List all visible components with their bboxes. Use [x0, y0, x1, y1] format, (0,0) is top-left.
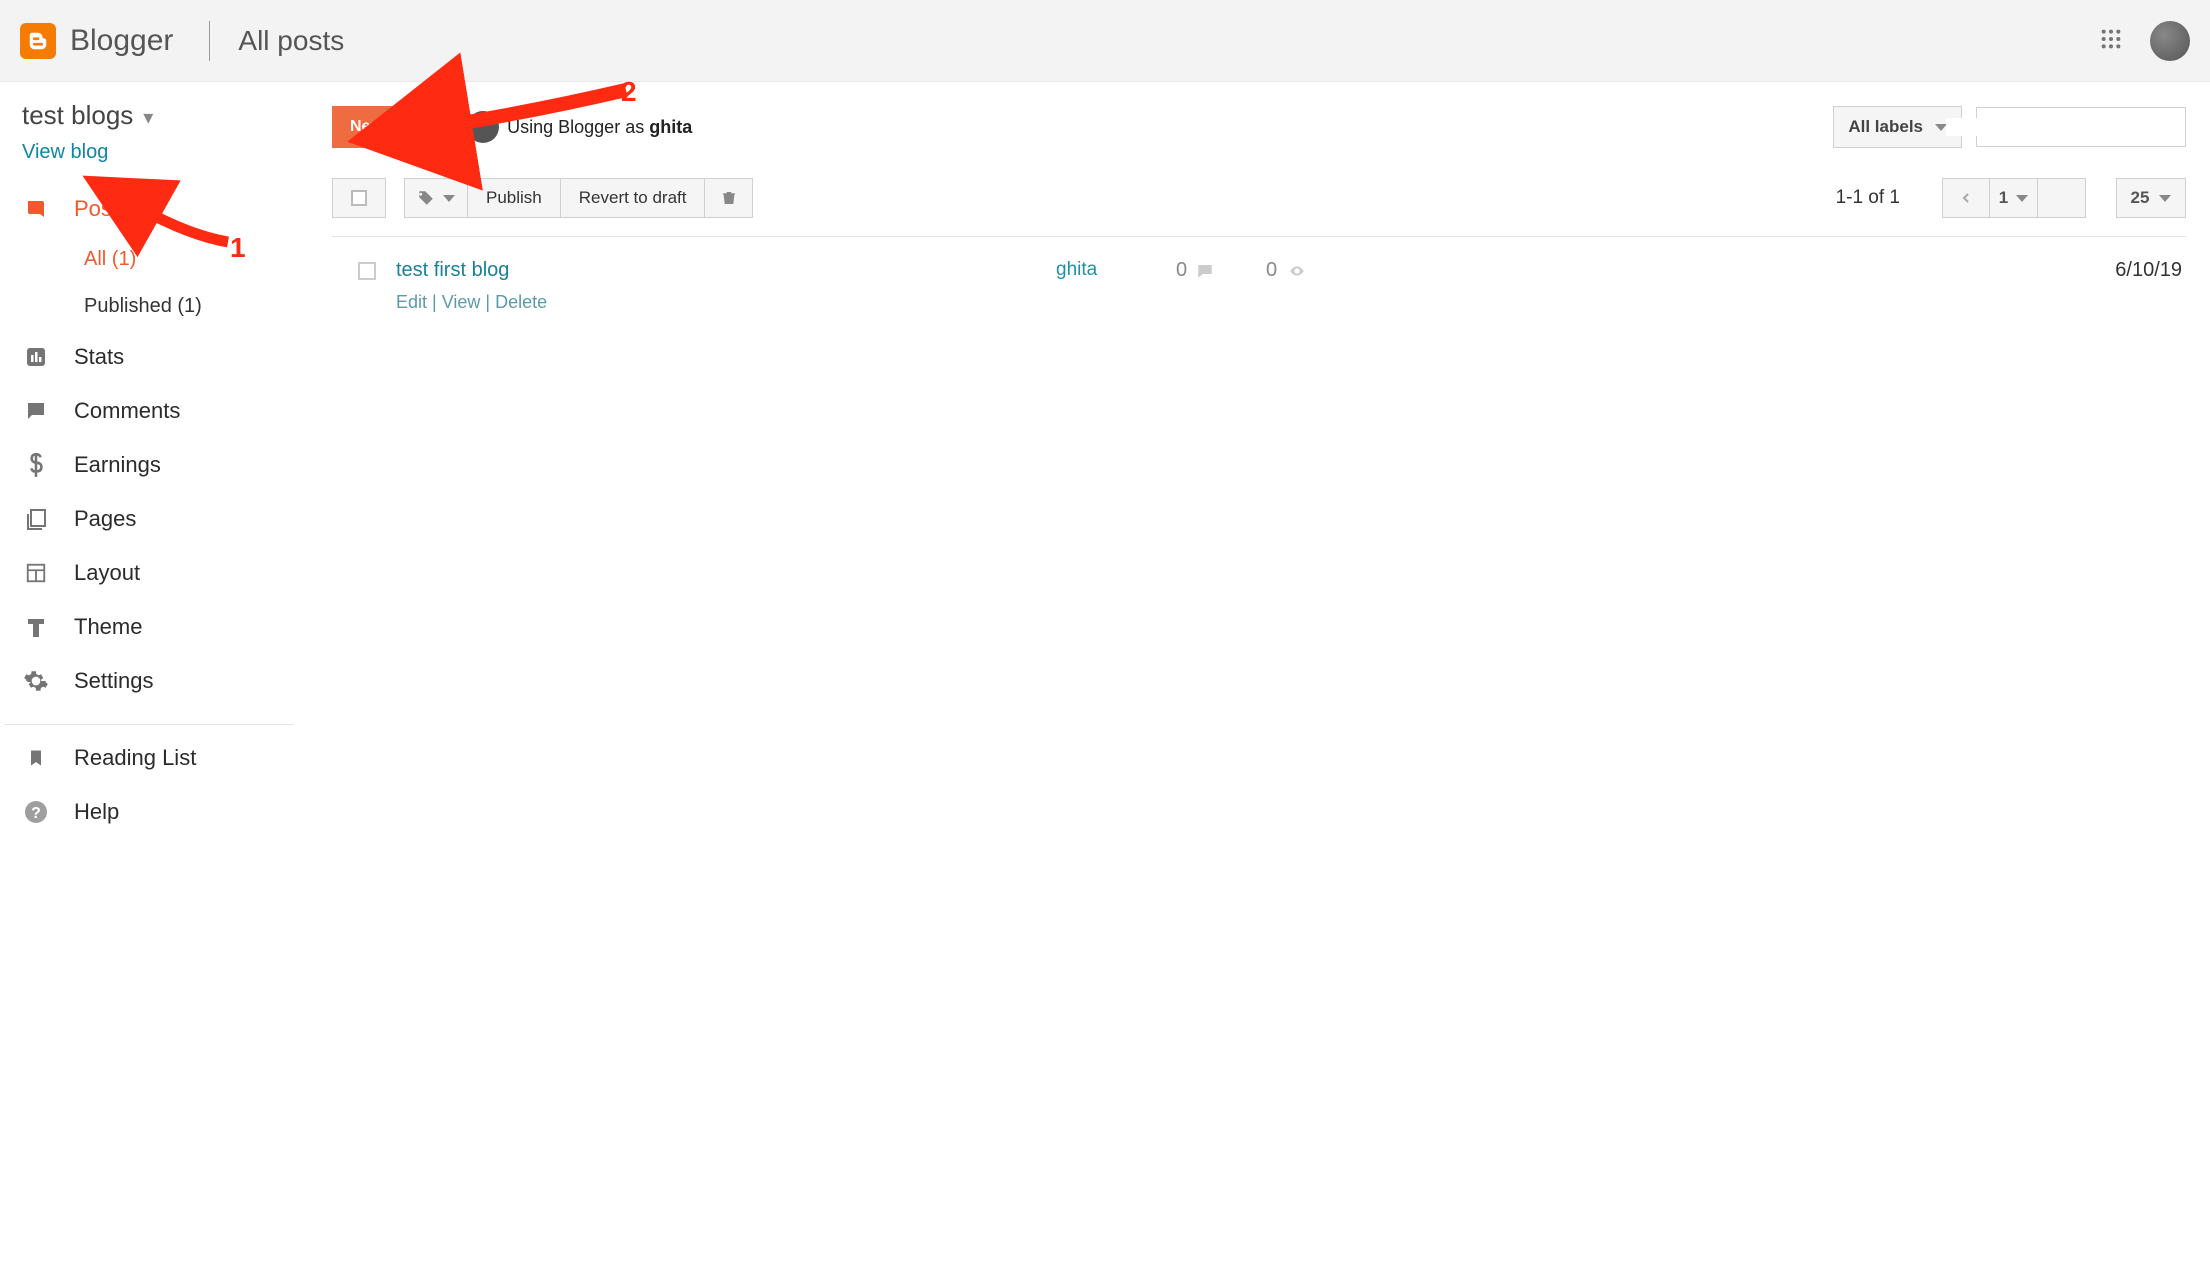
account-avatar[interactable] [2150, 21, 2190, 61]
nav-pages[interactable]: Pages [0, 492, 316, 546]
nav-help[interactable]: ? Help [0, 785, 316, 839]
nav-stats[interactable]: Stats [0, 330, 316, 384]
results-range: 1-1 of 1 [1836, 187, 1900, 209]
post-delete-link[interactable]: Delete [495, 292, 547, 312]
all-labels-dropdown[interactable]: All labels [1833, 106, 1962, 148]
app-bar: Blogger All posts [0, 0, 2210, 82]
help-icon: ? [22, 799, 50, 825]
post-comments-count: 0 [1176, 259, 1266, 282]
page-size-dropdown[interactable]: 25 [2116, 178, 2186, 218]
page-number-dropdown[interactable]: 1 [1990, 178, 2038, 218]
tag-icon [417, 189, 435, 207]
new-post-button[interactable]: New post [332, 106, 439, 148]
posts-icon [22, 196, 50, 222]
user-avatar-small [467, 111, 499, 143]
revert-to-draft-button[interactable]: Revert to draft [561, 178, 706, 218]
pages-icon [22, 506, 50, 532]
header-divider [209, 21, 210, 61]
delete-button[interactable] [705, 178, 753, 218]
nav-label: Reading List [74, 745, 196, 771]
nav-label: Layout [74, 560, 140, 586]
blog-selector[interactable]: test blogs ▾ [0, 100, 316, 137]
nav-posts[interactable]: Posts [0, 182, 316, 236]
eye-icon [1285, 263, 1309, 279]
annotation-badge-1 [225, 236, 247, 258]
caret-down-icon: ▾ [143, 105, 153, 130]
nav-earnings[interactable]: Earnings [0, 438, 316, 492]
nav-label: Pages [74, 506, 136, 532]
page-next-button[interactable] [2038, 178, 2086, 218]
nav-settings[interactable]: Settings [0, 654, 316, 708]
sidebar: test blogs ▾ View blog Posts All (1) Pub… [0, 82, 316, 839]
nav-label: Theme [74, 614, 142, 640]
nav-comments[interactable]: Comments [0, 384, 316, 438]
chevron-left-icon [1960, 190, 1972, 206]
blogger-logo-icon [20, 23, 56, 59]
earnings-icon [22, 452, 50, 478]
labels-button[interactable] [404, 178, 468, 218]
post-date: 6/10/19 [2092, 259, 2182, 282]
caret-down-icon [2016, 195, 2028, 202]
search-box[interactable] [1976, 107, 2186, 147]
select-all-checkbox[interactable] [332, 178, 386, 218]
trash-icon [721, 189, 737, 207]
view-blog-link[interactable]: View blog [22, 141, 108, 163]
caret-down-icon [443, 195, 455, 202]
post-title-link[interactable]: test first blog [396, 259, 509, 281]
svg-text:?: ? [31, 805, 41, 822]
nav-label: Posts [74, 196, 129, 222]
nav-posts-all[interactable]: All (1) [84, 236, 316, 283]
nav-posts-published[interactable]: Published (1) [84, 283, 316, 330]
post-inline-actions: Edit | View | Delete [396, 292, 1056, 313]
bookmark-icon [22, 745, 50, 771]
brand-name: Blogger [70, 24, 173, 58]
stats-icon [22, 344, 50, 370]
post-view-link[interactable]: View [442, 292, 481, 312]
nav-label: Settings [74, 668, 154, 694]
nav-label: Comments [74, 398, 180, 424]
caret-down-icon [2159, 195, 2171, 202]
page-title: All posts [238, 25, 344, 57]
nav-label: Stats [74, 344, 124, 370]
post-edit-link[interactable]: Edit [396, 292, 427, 312]
comment-icon [1195, 262, 1215, 280]
nav-reading-list[interactable]: Reading List [0, 731, 316, 785]
layout-icon [22, 560, 50, 586]
comments-icon [22, 398, 50, 424]
post-views-count: 0 [1266, 259, 1356, 282]
search-input[interactable] [1946, 118, 2173, 136]
chevron-right-icon [2056, 190, 2068, 206]
nav-layout[interactable]: Layout [0, 546, 316, 600]
blog-name: test blogs [22, 100, 133, 131]
sidebar-divider [4, 724, 294, 725]
nav-theme[interactable]: Theme [0, 600, 316, 654]
page-prev-button[interactable] [1942, 178, 1990, 218]
settings-icon [22, 668, 50, 694]
using-blogger-text: Using Blogger as ghita [507, 117, 692, 138]
nav-label: Earnings [74, 452, 161, 478]
content-area: New post Using Blogger as ghita All labe… [316, 82, 2210, 839]
post-row: test first blog Edit | View | Delete ghi… [332, 237, 2186, 335]
publish-button[interactable]: Publish [468, 178, 561, 218]
post-checkbox[interactable] [358, 262, 376, 280]
google-apps-icon[interactable] [2100, 28, 2122, 53]
theme-icon [22, 614, 50, 640]
post-author[interactable]: ghita [1056, 259, 1176, 281]
nav-label: Help [74, 799, 119, 825]
